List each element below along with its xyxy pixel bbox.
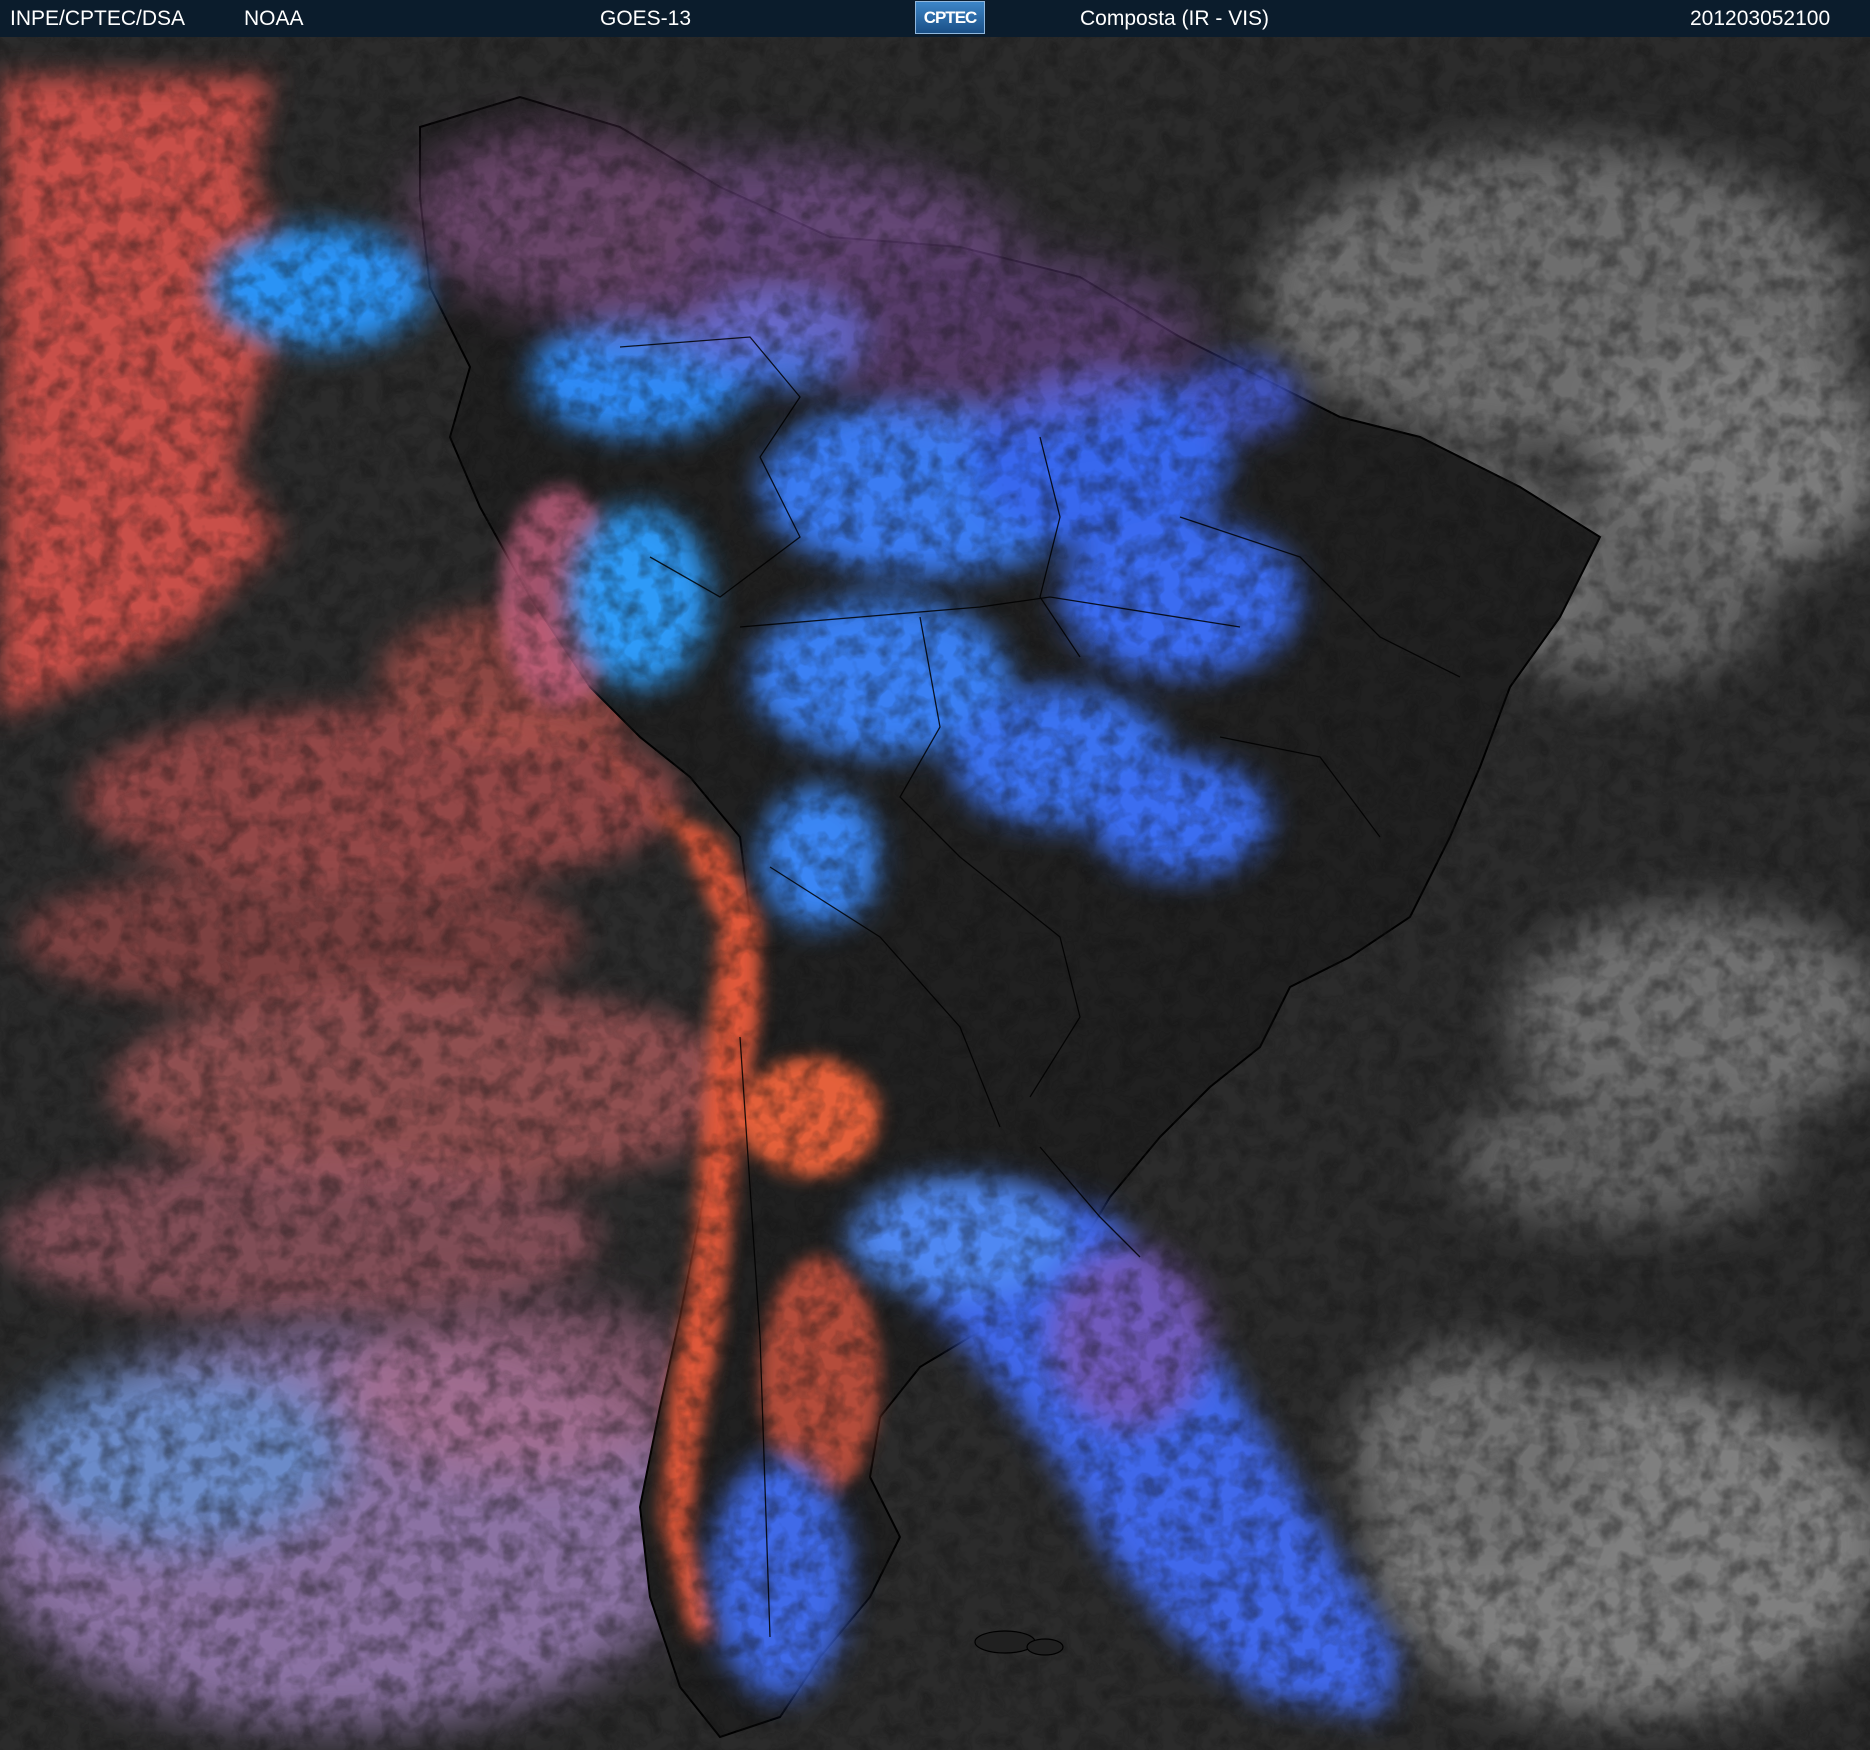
- cptec-logo: CPTEC: [915, 1, 985, 34]
- satellite-composite-image: [0, 37, 1870, 1750]
- org-label: INPE/CPTEC/DSA: [10, 7, 186, 30]
- timestamp-label: 201203052100: [1690, 7, 1831, 30]
- cloud-texture-overlay: [0, 37, 1870, 1750]
- agency-label: NOAA: [244, 7, 304, 30]
- satellite-label: GOES-13: [600, 7, 692, 30]
- product-label: Composta (IR - VIS): [1080, 7, 1270, 30]
- image-header-bar: INPE/CPTEC/DSA NOAA GOES-13 CPTEC Compos…: [0, 0, 1870, 37]
